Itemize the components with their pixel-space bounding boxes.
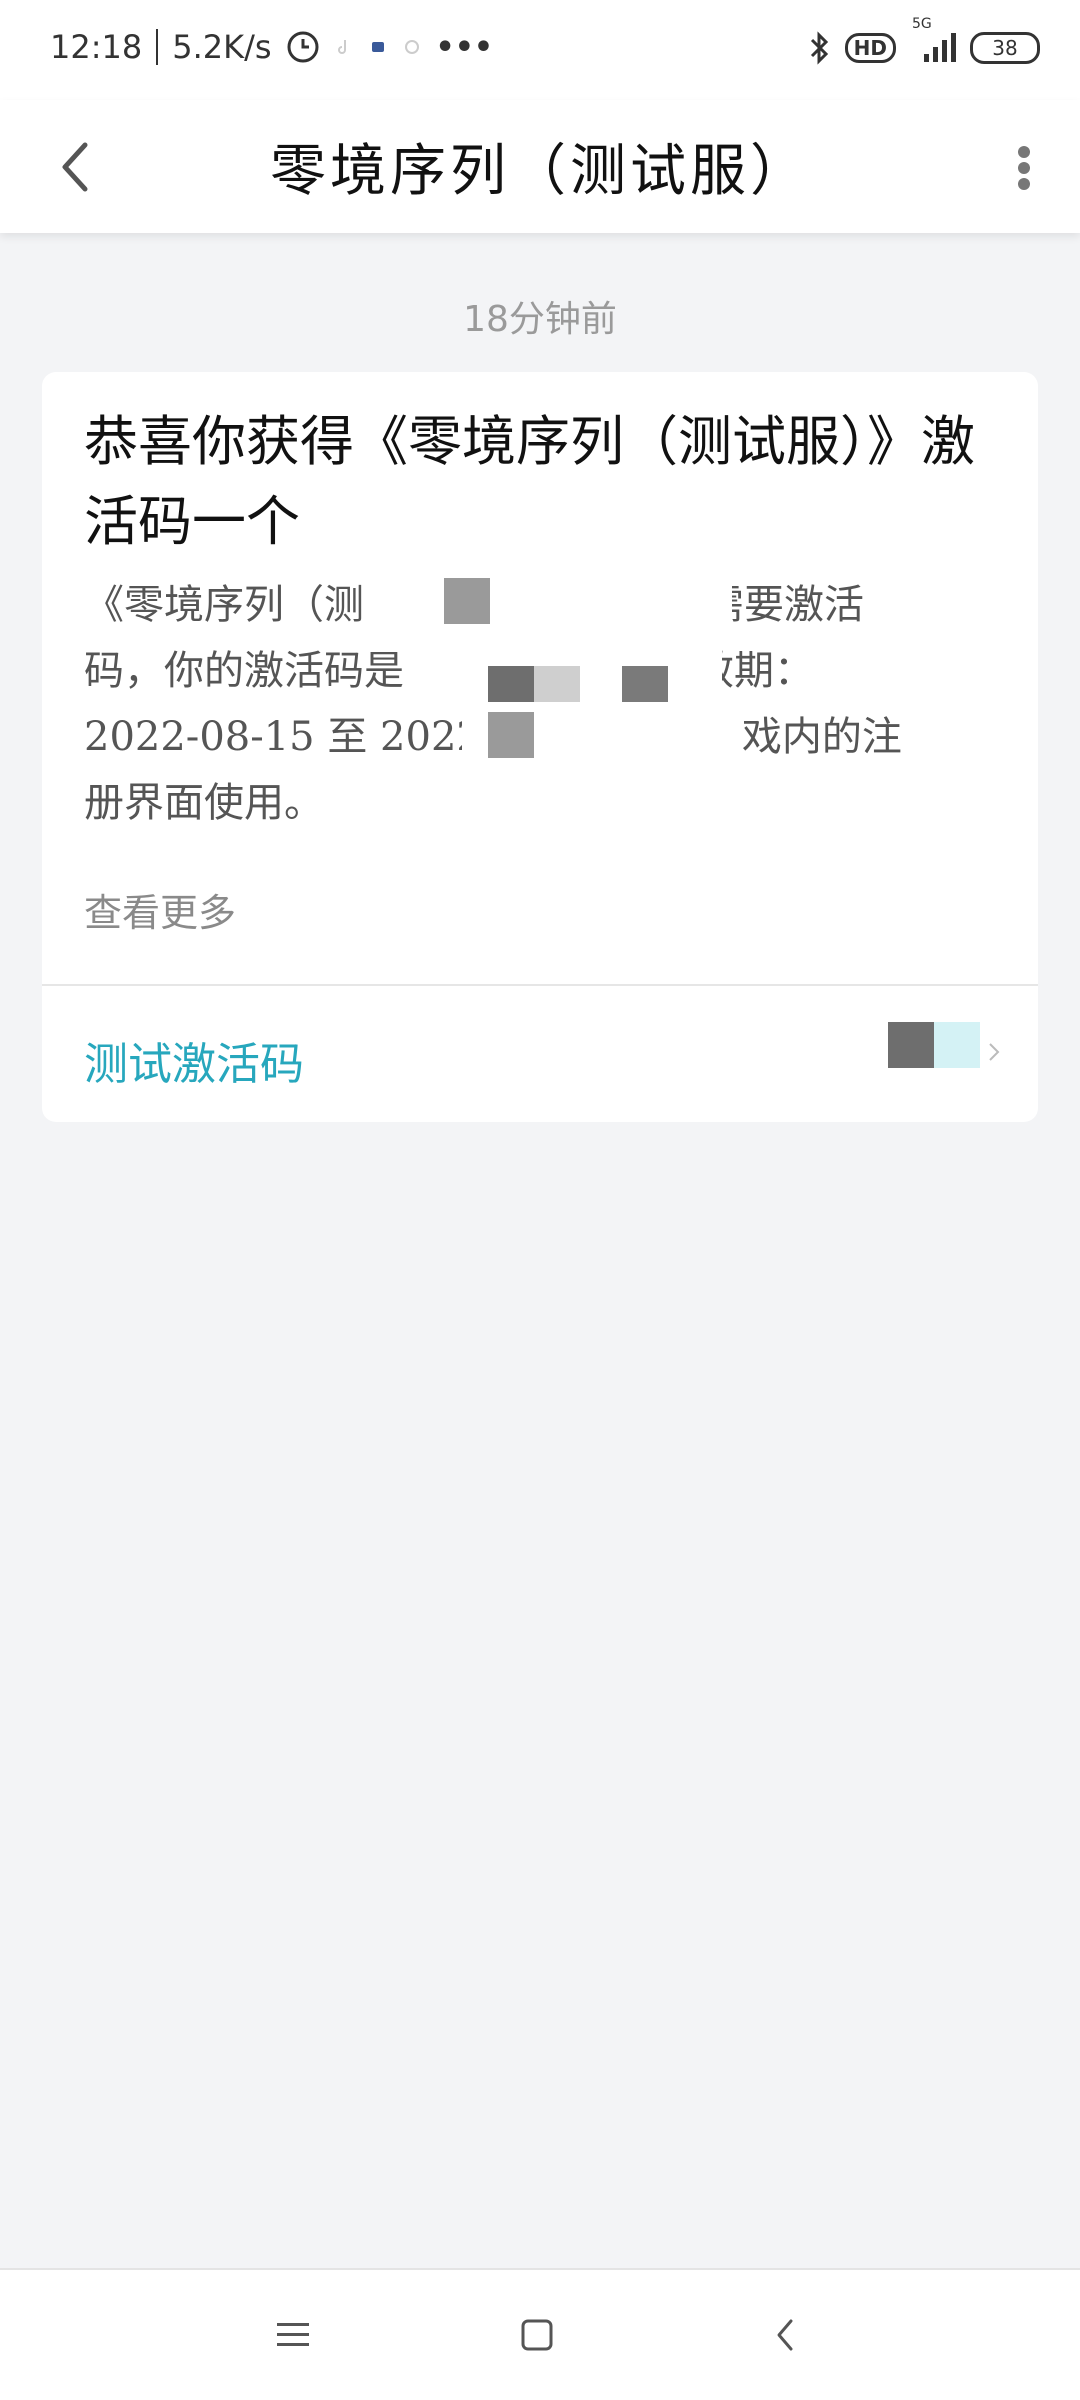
redaction-block xyxy=(488,712,534,758)
view-more-link[interactable]: 查看更多 xyxy=(84,882,236,937)
signal-icon: 5G xyxy=(910,16,956,66)
home-button[interactable] xyxy=(502,2300,572,2370)
card-divider xyxy=(42,984,1038,986)
redaction-block xyxy=(444,578,490,624)
redaction-block xyxy=(442,636,722,702)
more-options-button[interactable] xyxy=(994,128,1054,208)
chevron-right-icon xyxy=(974,1032,1014,1072)
system-back-button[interactable] xyxy=(750,2300,820,2370)
battery-icon: 38 xyxy=(970,32,1040,64)
network-speed: 5.2K/s xyxy=(172,28,272,66)
home-square-icon xyxy=(521,2319,553,2351)
message-title: 恭喜你获得《零境序列（测试服）》激活码一个 xyxy=(84,410,975,553)
status-bar: 12:18 5.2K/s ••• HD 5G 38 xyxy=(0,0,1080,100)
more-vertical-icon xyxy=(1018,146,1030,190)
tiktok-icon xyxy=(334,37,354,57)
redaction-block xyxy=(888,1022,934,1068)
more-notifications-icon: ••• xyxy=(435,29,494,65)
activation-code-link[interactable]: 测试激活码 xyxy=(84,1028,304,1092)
network-type: 5G xyxy=(912,16,932,32)
clock-icon xyxy=(286,30,320,64)
status-time: 12:18 xyxy=(50,28,143,66)
back-triangle-icon xyxy=(777,2319,793,2351)
recent-apps-button[interactable] xyxy=(258,2300,328,2370)
bluetooth-icon xyxy=(807,30,831,66)
system-nav-bar xyxy=(0,2268,1080,2400)
status-separator xyxy=(156,29,159,65)
app-notification-icon xyxy=(368,37,388,57)
message-body-line: 册界面使用。 xyxy=(84,780,324,826)
app-notification-icon-2 xyxy=(402,37,422,57)
message-card[interactable]: 恭喜你获得《零境序列（测试服）》激活码一个 《零境序列（测 测试需要激活 码，你的… xyxy=(42,372,1038,1122)
page-title: 零境序列（测试服） xyxy=(270,139,810,204)
menu-icon xyxy=(277,2323,309,2346)
message-timestamp: 18分钟前 xyxy=(463,299,617,340)
battery-level: 38 xyxy=(992,36,1018,60)
hd-voice-icon: HD xyxy=(844,33,896,63)
app-header: 零境序列（测试服） xyxy=(0,100,1080,233)
